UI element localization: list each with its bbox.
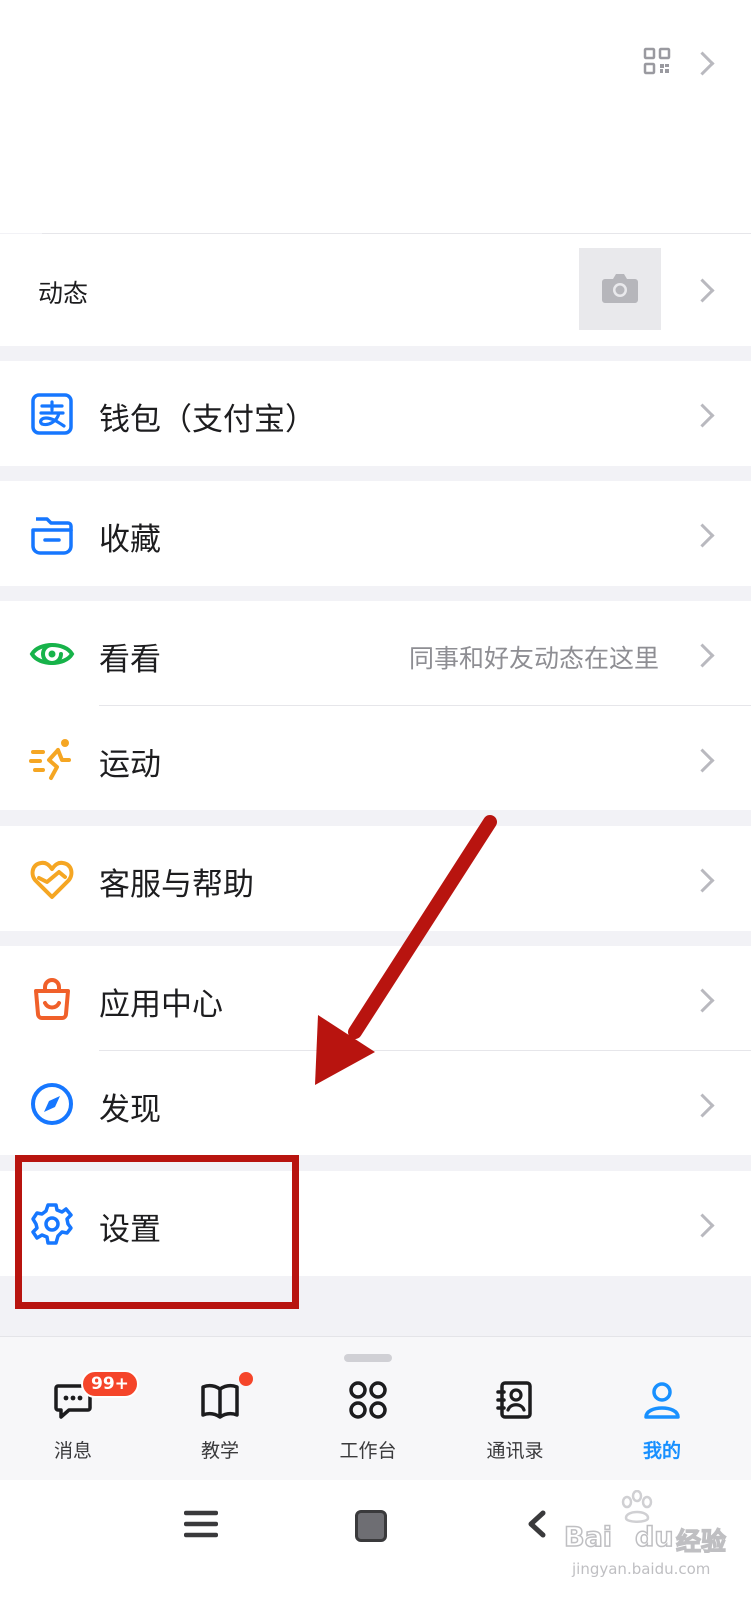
paw-logo-icon	[621, 1490, 653, 1523]
back-icon[interactable]	[527, 1510, 547, 1538]
wallet-label: 钱包（支付宝）	[99, 402, 316, 438]
menu-group-kankan-sports: 看看 同事和好友动态在这里 运动	[0, 601, 751, 810]
tab-teaching-label: 教学	[200, 1440, 239, 1462]
running-icon	[29, 739, 71, 780]
menu-icon[interactable]	[184, 1510, 218, 1538]
eye-icon	[29, 643, 75, 665]
messages-badge: 99+	[81, 1370, 139, 1398]
qr-code-icon[interactable]	[643, 47, 671, 75]
moments-label: 动态	[38, 279, 89, 308]
drag-handle[interactable]	[344, 1354, 392, 1362]
menu-item-wallet[interactable]: 钱包（支付宝）	[0, 361, 751, 466]
moments-photo-thumb[interactable]	[579, 248, 661, 330]
annotation-arrow	[315, 815, 497, 1085]
help-label: 客服与帮助	[99, 867, 254, 903]
chevron-right-icon	[690, 278, 715, 303]
moments-row[interactable]: 动态	[0, 234, 751, 346]
kankan-hint: 同事和好友动态在这里	[408, 644, 659, 673]
discover-label: 发现	[99, 1092, 161, 1128]
watermark-brand-du: du	[634, 1521, 674, 1554]
unread-dot	[239, 1372, 253, 1386]
sports-label: 运动	[99, 747, 161, 783]
chevron-right-icon	[690, 51, 715, 76]
chevron-right-icon	[690, 868, 715, 893]
book-icon	[201, 1383, 239, 1419]
kankan-label: 看看	[99, 642, 161, 678]
menu-item-kankan[interactable]: 看看 同事和好友动态在这里	[0, 601, 751, 705]
menu-item-sports[interactable]: 运动	[0, 706, 751, 810]
contacts-book-icon	[496, 1381, 532, 1419]
chevron-right-icon	[690, 1093, 715, 1118]
home-icon[interactable]	[355, 1510, 387, 1542]
user-icon	[644, 1382, 680, 1419]
folder-icon	[31, 517, 73, 555]
chevron-right-icon	[690, 1213, 715, 1238]
tab-workbench-label: 工作台	[339, 1440, 397, 1462]
shopping-bag-icon	[34, 978, 70, 1020]
tab-contacts-label: 通讯录	[486, 1440, 544, 1462]
watermark-jingyan: 经验	[675, 1526, 727, 1556]
chevron-right-icon	[690, 643, 715, 668]
profile-header[interactable]	[0, 0, 751, 233]
app-center-label: 应用中心	[99, 987, 223, 1023]
watermark-brand: Bai	[563, 1521, 613, 1554]
watermark-url: jingyan.baidu.com	[572, 1560, 711, 1578]
system-nav-bar: Bai du 经验 jingyan.baidu.com	[0, 1480, 751, 1600]
tab-messages-label: 消息	[53, 1440, 92, 1462]
chevron-right-icon	[690, 523, 715, 548]
camera-icon	[602, 274, 638, 303]
watermark: Bai du 经验 jingyan.baidu.com	[560, 1490, 740, 1590]
chevron-right-icon	[690, 748, 715, 773]
tab-me-label: 我的	[642, 1440, 681, 1462]
grid-icon	[349, 1381, 387, 1419]
alipay-wallet-icon	[31, 393, 73, 435]
chevron-right-icon	[690, 988, 715, 1013]
favorites-label: 收藏	[99, 522, 161, 558]
compass-icon	[31, 1083, 73, 1125]
annotation-highlight-box	[15, 1155, 299, 1309]
chevron-right-icon	[690, 403, 715, 428]
menu-item-favorites[interactable]: 收藏	[0, 481, 751, 586]
heart-handshake-icon	[30, 860, 74, 899]
